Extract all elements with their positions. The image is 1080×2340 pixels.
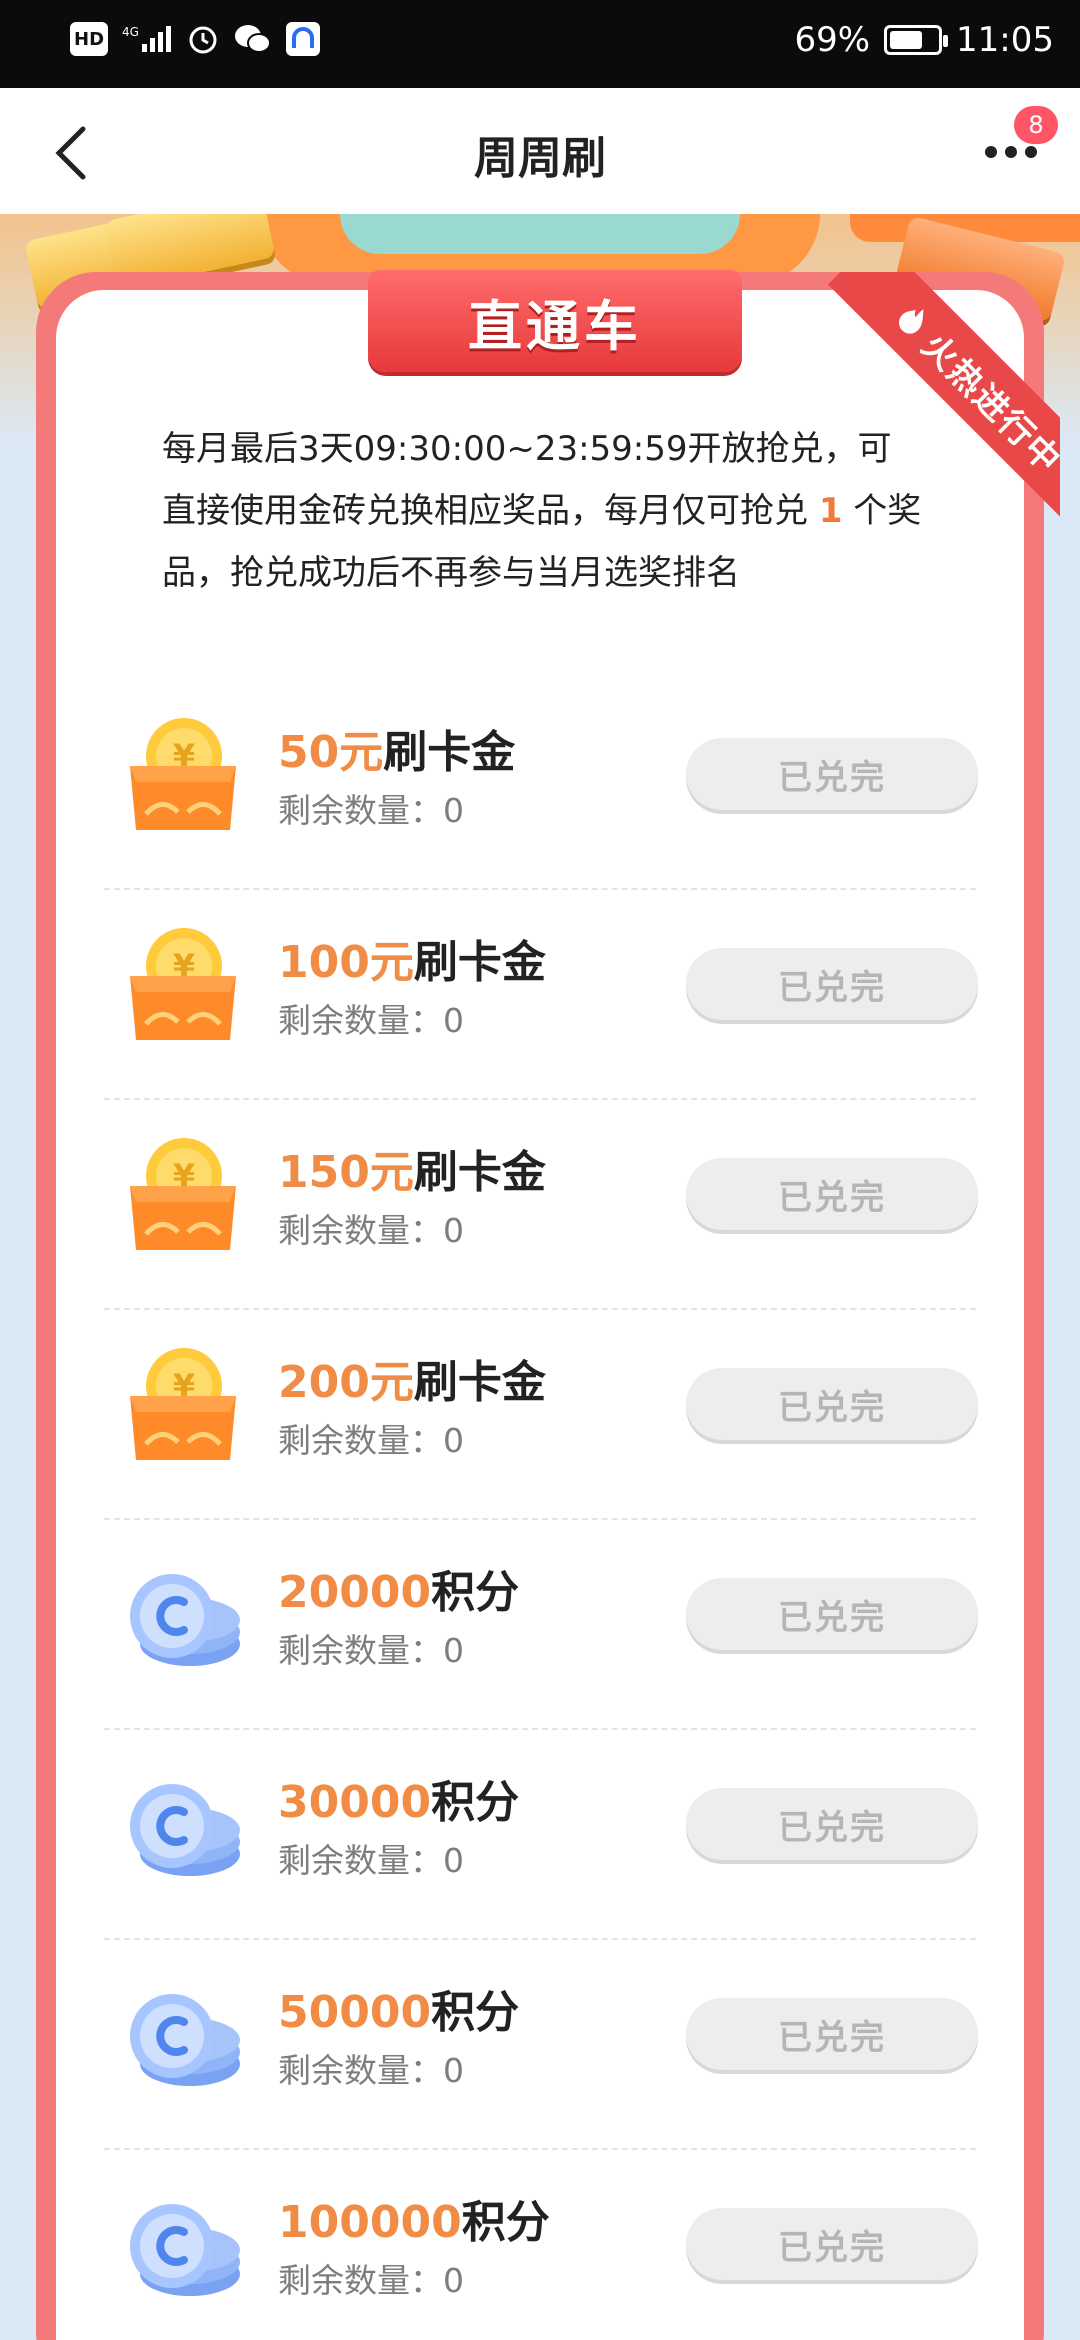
wechat-icon (235, 25, 272, 53)
gold-coin-gift-icon: ¥ (112, 914, 252, 1054)
battery-percent: 69% (794, 20, 871, 60)
page-title: 周周刷 (474, 133, 606, 184)
remaining-value: 0 (443, 1211, 464, 1250)
reward-remaining: 剩余数量：0 (278, 1624, 464, 1672)
remaining-value: 0 (443, 1421, 464, 1460)
more-dot-icon (985, 146, 997, 158)
signal-4g-icon: 4G (122, 25, 172, 52)
rules-text: 每月最后3天09:30:00~23:59:59开放抢兑，可直接使用金砖兑换相应奖… (162, 429, 892, 531)
card-header: 直通车 (368, 270, 742, 372)
reward-amount: 200元 (278, 1357, 414, 1408)
exchange-button[interactable]: 已兑完 (686, 2208, 978, 2280)
reward-remaining: 剩余数量：0 (278, 1834, 464, 1882)
remaining-label: 剩余数量： (278, 1421, 443, 1460)
reward-amount: 150元 (278, 1147, 414, 1198)
reward-amount: 30000 (278, 1777, 432, 1828)
more-dot-icon (1025, 146, 1037, 158)
reward-title: 20000积分 (278, 1556, 519, 1620)
reward-remaining: 剩余数量：0 (278, 2254, 464, 2302)
reward-row: ¥ 50元刷卡金 剩余数量：0 已兑完 (104, 680, 978, 890)
nav-bar: 周周刷 8 (0, 88, 1080, 214)
reward-title: 100元刷卡金 (278, 926, 546, 990)
reward-title: 50000积分 (278, 1976, 519, 2040)
reward-name: 积分 (461, 2197, 550, 2248)
remaining-value: 0 (443, 1631, 464, 1670)
reward-name: 刷卡金 (413, 1147, 546, 1198)
reward-remaining: 剩余数量：0 (278, 994, 464, 1042)
status-bar: HD 4G 69% 11:05 (0, 0, 1080, 88)
reward-row: 20000积分 剩余数量：0 已兑完 (104, 1520, 978, 1730)
alarm-icon (189, 26, 217, 54)
reward-row: 30000积分 剩余数量：0 已兑完 (104, 1730, 978, 1940)
more-dot-icon (1005, 146, 1017, 158)
reward-amount: 50元 (278, 727, 384, 778)
reward-row: 50000积分 剩余数量：0 已兑完 (104, 1940, 978, 2150)
status-right: 69% 11:05 (794, 20, 1054, 60)
battery-icon (884, 25, 949, 55)
gold-coin-gift-icon: ¥ (112, 1124, 252, 1264)
remaining-label: 剩余数量： (278, 791, 443, 830)
reward-amount: 20000 (278, 1567, 432, 1618)
exchange-button[interactable]: 已兑完 (686, 1368, 978, 1440)
exchange-button[interactable]: 已兑完 (686, 1578, 978, 1650)
blue-points-coin-icon (112, 1964, 252, 2104)
reward-title: 30000积分 (278, 1766, 519, 1830)
exchange-button[interactable]: 已兑完 (686, 738, 978, 810)
remaining-label: 剩余数量： (278, 2261, 443, 2300)
reward-row: ¥ 200元刷卡金 剩余数量：0 已兑完 (104, 1310, 978, 1520)
reward-title: 150元刷卡金 (278, 1136, 546, 1200)
remaining-value: 0 (443, 1841, 464, 1880)
remaining-label: 剩余数量： (278, 1631, 443, 1670)
reward-amount: 100000 (278, 2197, 462, 2248)
blue-points-coin-icon (112, 1754, 252, 1894)
notification-badge: 8 (1014, 106, 1058, 144)
remaining-value: 0 (443, 791, 464, 830)
ribbon-label: 火热进行中 (913, 325, 1060, 482)
gold-coin-gift-icon: ¥ (112, 1334, 252, 1474)
fire-icon (899, 309, 924, 334)
reward-name: 刷卡金 (383, 727, 516, 778)
svg-text:4G: 4G (122, 25, 139, 39)
rules-highlight: 1 (818, 491, 843, 531)
reward-name: 积分 (431, 1567, 520, 1618)
reward-name: 刷卡金 (413, 1357, 546, 1408)
reward-row: ¥ 100元刷卡金 剩余数量：0 已兑完 (104, 890, 978, 1100)
rules-description: 每月最后3天09:30:00~23:59:59开放抢兑，可直接使用金砖兑换相应奖… (162, 418, 922, 604)
remaining-label: 剩余数量： (278, 1001, 443, 1040)
blue-points-coin-icon (112, 2174, 252, 2314)
clock: 11:05 (956, 20, 1054, 60)
reward-list: ¥ 50元刷卡金 剩余数量：0 已兑完 ¥ 100元刷卡金 剩余数量：0 已兑完… (104, 680, 978, 2340)
reward-row: 100000积分 剩余数量：0 已兑完 (104, 2150, 978, 2340)
reward-name: 积分 (431, 1987, 520, 2038)
reward-name: 刷卡金 (413, 937, 546, 988)
reward-title: 100000积分 (278, 2186, 550, 2250)
blue-points-coin-icon (112, 1544, 252, 1684)
reward-amount: 100元 (278, 937, 414, 988)
reward-remaining: 剩余数量：0 (278, 1414, 464, 1462)
reward-amount: 50000 (278, 1987, 432, 2038)
remaining-value: 0 (443, 1001, 464, 1040)
exchange-button[interactable]: 已兑完 (686, 1158, 978, 1230)
banner-teal-dome (340, 214, 740, 254)
reward-row: ¥ 150元刷卡金 剩余数量：0 已兑完 (104, 1100, 978, 1310)
reward-remaining: 剩余数量：0 (278, 1204, 464, 1252)
reward-title: 200元刷卡金 (278, 1346, 546, 1410)
reward-remaining: 剩余数量：0 (278, 2044, 464, 2092)
reward-name: 积分 (431, 1777, 520, 1828)
status-left-icons: HD 4G (70, 22, 321, 56)
remaining-label: 剩余数量： (278, 1841, 443, 1880)
remaining-label: 剩余数量： (278, 2051, 443, 2090)
exchange-button[interactable]: 已兑完 (686, 1788, 978, 1860)
exchange-button[interactable]: 已兑完 (686, 1998, 978, 2070)
remaining-value: 0 (443, 2261, 464, 2300)
remaining-label: 剩余数量： (278, 1211, 443, 1250)
reward-remaining: 剩余数量：0 (278, 784, 464, 832)
remaining-value: 0 (443, 2051, 464, 2090)
reward-title: 50元刷卡金 (278, 716, 515, 780)
exchange-button[interactable]: 已兑完 (686, 948, 978, 1020)
gold-coin-gift-icon: ¥ (112, 704, 252, 844)
app-icon (286, 22, 321, 56)
hd-icon: HD (70, 22, 109, 56)
